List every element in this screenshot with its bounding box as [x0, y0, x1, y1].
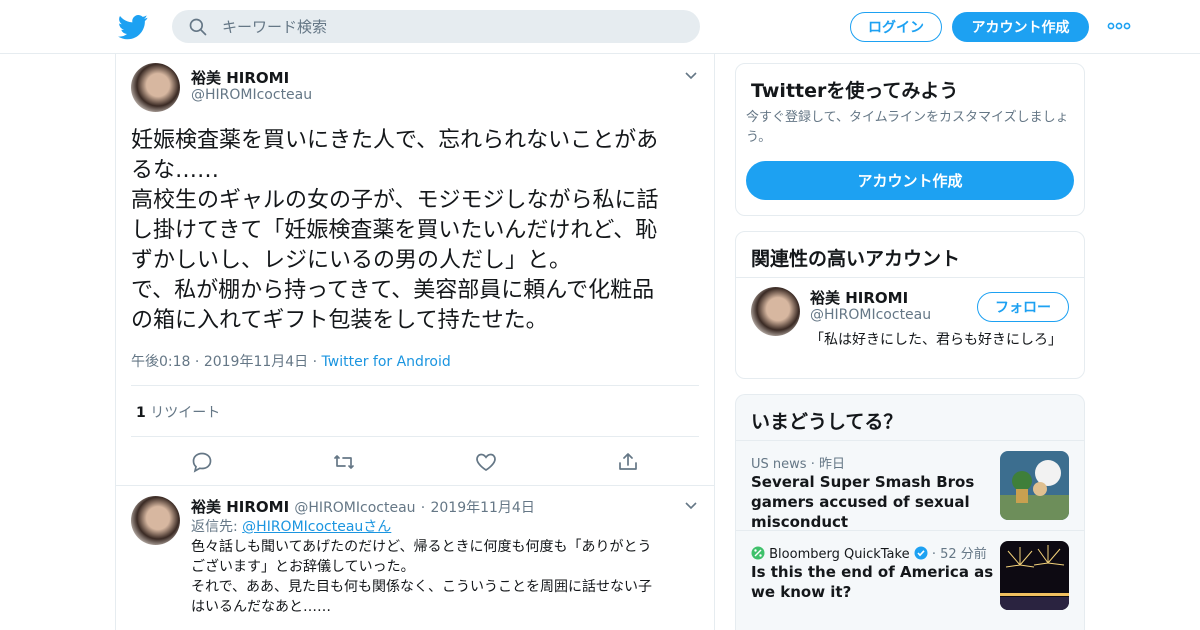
retweet-count: 1	[136, 405, 146, 421]
reply-header: 裕美 HIROMI @HIROMIcocteau · 2019年11月4日	[191, 496, 535, 517]
trend-item[interactable]: Bloomberg QuickTake · 52 分前 Is this the …	[736, 530, 1084, 620]
like-heart-icon[interactable]	[474, 450, 498, 474]
author-name[interactable]: 裕美 HIROMI	[191, 67, 289, 88]
trend-source: US news · 昨日	[751, 453, 845, 472]
reply-to-label: 返信先:	[191, 519, 238, 535]
separator-dot: ·	[420, 500, 426, 516]
tweet-text-line: で、私が棚から持ってきて、美容部員に頼んで化粧品	[131, 278, 655, 303]
signup-card-button[interactable]: アカウント作成	[746, 161, 1074, 200]
tweet-text-line: るな……	[131, 158, 220, 183]
retweet-stats[interactable]: 1 リツイート	[136, 402, 220, 422]
whats-happening-title: いまどうしてる？	[751, 411, 903, 433]
signup-card-title: Twitterを使ってみよう	[751, 80, 959, 102]
search-input[interactable]	[222, 10, 682, 43]
retweet-icon[interactable]	[332, 450, 356, 474]
share-icon[interactable]	[616, 450, 640, 474]
divider	[116, 485, 714, 486]
verified-badge-icon	[914, 546, 928, 560]
reply-text: 色々話しも聞いてあげたのだけど、帰るときに何度も何度も「ありがとう ございます」…	[191, 537, 701, 617]
divider	[736, 277, 1084, 278]
author-handle[interactable]: @HIROMIcocteau	[191, 87, 312, 103]
more-options-icon[interactable]	[1106, 18, 1132, 34]
signup-card: Twitterを使ってみよう 今すぐ登録して、タイムラインをカスタマイズしましょ…	[735, 63, 1085, 216]
reply-author-handle[interactable]: @HIROMIcocteau	[294, 500, 415, 516]
trend-source-name: US news	[751, 457, 807, 472]
retweet-stats-label: リツイート	[150, 405, 221, 421]
reply-to-line: 返信先: @HIROMIcocteauさん	[191, 516, 391, 536]
tweet-text-line: の箱に入れてギフト包装をして持たせた。	[131, 308, 548, 333]
login-button[interactable]: ログイン	[850, 12, 942, 42]
related-account-handle[interactable]: @HIROMIcocteau	[810, 307, 931, 323]
avatar[interactable]	[131, 496, 180, 545]
reply-to-handle-link[interactable]: @HIROMIcocteauさん	[242, 519, 391, 535]
tweet-text: 妊娠検査薬を買いにきた人で、忘れられないことがあ るな…… 高校生のギャルの女の…	[131, 126, 706, 336]
signup-card-description: 今すぐ登録して、タイムラインをカスタマイズしましょう。	[746, 110, 1069, 145]
chevron-down-icon[interactable]	[683, 498, 699, 514]
quicktake-logo-icon	[751, 546, 765, 560]
related-account-name[interactable]: 裕美 HIROMI	[810, 287, 908, 308]
separator-dot: ·	[194, 354, 204, 370]
divider	[131, 436, 699, 437]
related-account-bio: 「私は好きにした、君らも好きにしろ」	[810, 332, 1062, 348]
trend-time: 52 分前	[940, 547, 987, 562]
trend-thumbnail-image	[1000, 451, 1069, 520]
tweet-client-link[interactable]: Twitter for Android	[322, 354, 451, 370]
avatar[interactable]	[751, 287, 800, 336]
reply-icon[interactable]	[190, 450, 214, 474]
tweet-text-line: し掛けてきて「妊娠検査薬を買いたいんだけれど、恥	[131, 218, 658, 243]
related-accounts-card: 関連性の高いアカウント 裕美 HIROMI @HIROMIcocteau フォロ…	[735, 231, 1085, 379]
signup-button[interactable]: アカウント作成	[952, 12, 1089, 42]
tweet-metadata: 午後0:18 · 2019年11月4日 · Twitter for Androi…	[131, 351, 451, 371]
trend-source-name: Bloomberg QuickTake	[769, 547, 910, 562]
separator-dot: ·	[931, 547, 941, 562]
search-box[interactable]	[172, 10, 700, 43]
whats-happening-card: いまどうしてる？ US news · 昨日 Several Super Smas…	[735, 394, 1085, 630]
reply-text-line: ございます」とお辞儀していった。	[191, 559, 415, 575]
trend-time: 昨日	[818, 457, 845, 472]
trend-thumbnail-image	[1000, 541, 1069, 610]
trend-item[interactable]: US news · 昨日 Several Super Smash Bros ga…	[736, 440, 1084, 531]
trend-headline: Several Super Smash Bros gamers accused …	[751, 473, 975, 531]
avatar[interactable]	[131, 63, 180, 112]
follow-button[interactable]: フォロー	[977, 292, 1069, 322]
reply-author-name[interactable]: 裕美 HIROMI	[191, 498, 289, 516]
tweet-time: 午後0:18	[131, 354, 191, 370]
divider	[131, 385, 699, 386]
tweet-actions	[116, 442, 714, 482]
top-navigation-bar: ログイン アカウント作成	[0, 0, 1200, 54]
reply-text-line: はいるんだなあと……	[191, 599, 331, 615]
tweet-text-line: ずかしいし、レジにいるの男の人だし」と。	[131, 248, 572, 273]
tweet-permalink-column: 裕美 HIROMI @HIROMIcocteau 妊娠検査薬を買いにきた人で、忘…	[115, 54, 715, 630]
separator-dot: ·	[810, 457, 819, 472]
chevron-down-icon[interactable]	[683, 68, 699, 84]
separator-dot: ·	[312, 354, 322, 370]
reply-text-line: 色々話しも聞いてあげたのだけど、帰るときに何度も何度も「ありがとう	[191, 539, 652, 555]
tweet-text-line: 高校生のギャルの女の子が、モジモジしながら私に話	[131, 188, 659, 213]
trend-headline: Is this the end of America as we know it…	[751, 563, 994, 601]
related-accounts-title: 関連性の高いアカウント	[751, 248, 961, 270]
tweet-text-line: 妊娠検査薬を買いにきた人で、忘れられないことがあ	[131, 128, 659, 153]
reply-text-line: それで、ああ、見た目も何も関係なく、こういうことを周囲に話せない子	[191, 579, 653, 595]
search-icon	[189, 18, 207, 36]
reply-date[interactable]: 2019年11月4日	[430, 500, 534, 516]
twitter-bird-logo-icon[interactable]	[118, 12, 148, 42]
tweet-date: 2019年11月4日	[203, 354, 309, 370]
trend-source: Bloomberg QuickTake · 52 分前	[751, 543, 987, 562]
